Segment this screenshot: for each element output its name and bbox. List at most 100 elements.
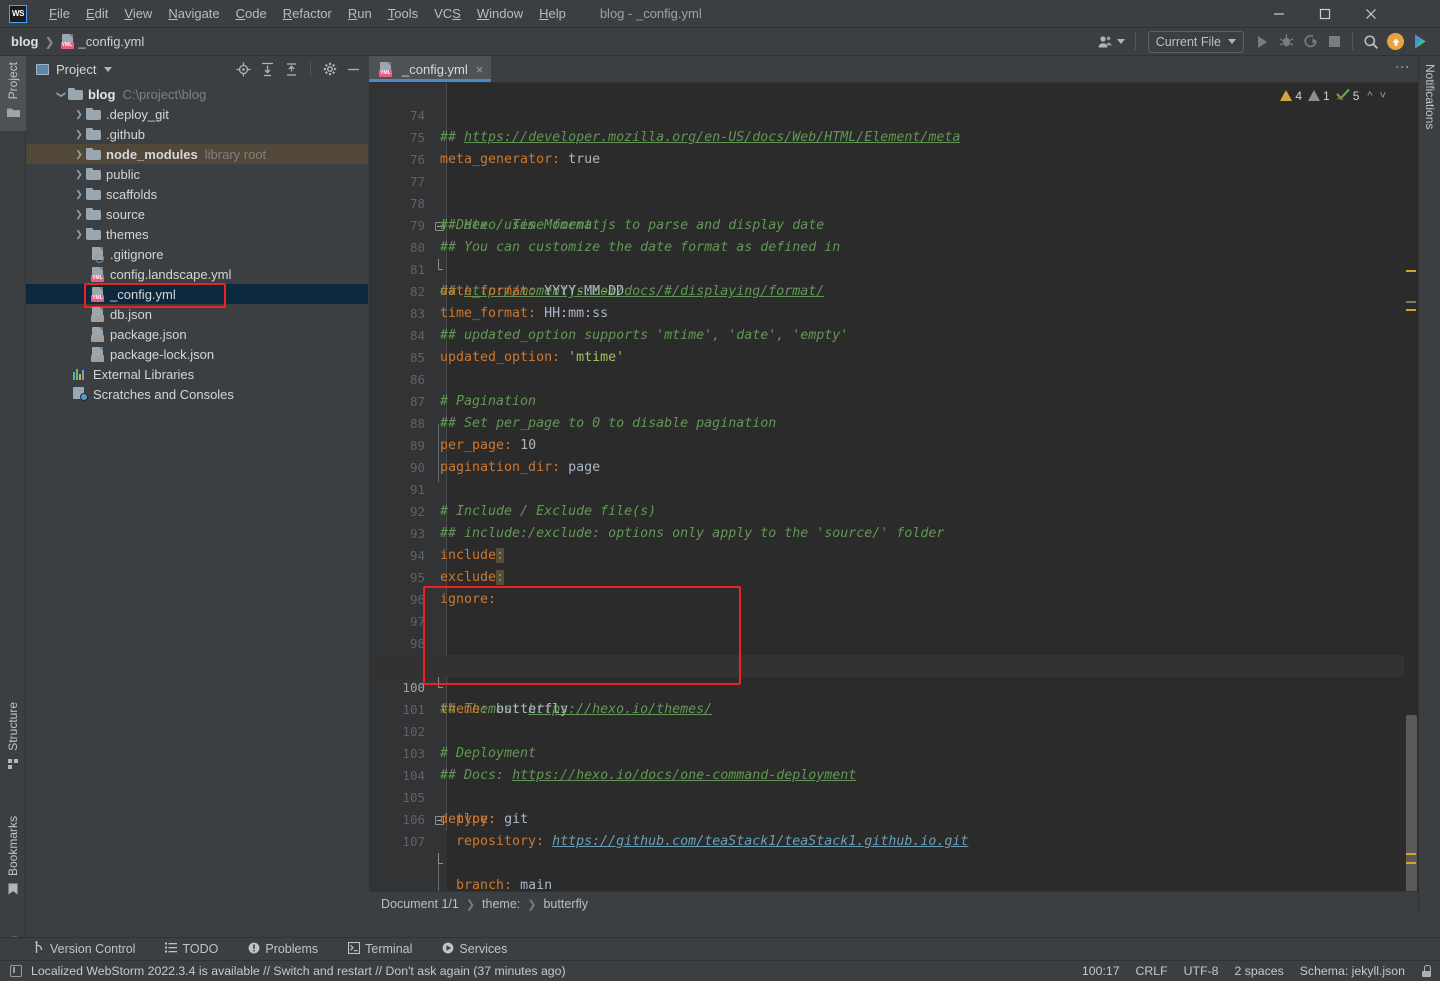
breadcrumb-file[interactable]: _config.yml [79,34,145,49]
tool-button-project[interactable]: Project [0,62,26,123]
tree-node-scaffolds[interactable]: scaffolds [26,184,368,204]
tree-node-public[interactable]: public [26,164,368,184]
code-line[interactable]: 92 ## include:/exclude: options only app… [369,479,1418,541]
tool-button-bookmarks[interactable]: Bookmarks [0,816,26,900]
code-line[interactable]: 86 # Pagination [369,347,1418,409]
tree-node-themes[interactable]: themes [26,224,368,244]
run-configuration-selector[interactable]: Current File [1147,30,1244,53]
hide-panel-icon[interactable] [343,59,364,80]
menu-run[interactable]: Run [340,3,380,24]
code-line[interactable]: 98 ## Plugins: https://hexo.io/plugins/ [369,611,1418,673]
code-line[interactable]: 81 date_format: YYYY-MM-DD [369,237,1418,299]
tree-node-node-modules[interactable]: node_modules library root [26,144,368,164]
code-line[interactable]: 77 # Date / Time format [369,149,1418,233]
inspection-widget[interactable]: 4 1 5 ^ ˅ [1280,88,1388,103]
menu-edit[interactable]: Edit [78,3,116,24]
tree-node-package-lock-json[interactable]: package-lock.json [26,344,368,364]
tree-node-deploy-git[interactable]: .deploy_git [26,104,368,124]
ide-feature-icon[interactable] [1409,31,1432,53]
tree-node-package-json[interactable]: package.json [26,324,368,344]
code-line[interactable]: 80 ## http://momentjs.com/docs/#/display… [369,215,1418,299]
collapse-all-icon[interactable] [281,59,302,80]
close-icon[interactable]: × [476,62,484,77]
code-line[interactable]: 84 updated_option: 'mtime' [369,303,1418,365]
notification-message-icon[interactable] [10,965,22,977]
chevron-right-icon[interactable] [72,209,86,220]
project-tree[interactable]: blog C:\project\blog .deploy_git .github… [26,82,368,916]
chevron-right-icon[interactable] [72,189,86,200]
weak-warning-count-group[interactable]: 1 [1308,89,1330,103]
breadcrumb-project[interactable]: blog [11,34,38,49]
code-line[interactable]: 78 ## Hexo uses Moment.js to parse and d… [369,171,1418,233]
editor-marker-scrollbar[interactable] [1404,110,1418,891]
code-line[interactable]: 75 meta_generator: true [369,105,1418,167]
breadcrumb-key[interactable]: theme: [482,897,520,911]
tree-node-blog[interactable]: blog C:\project\blog [26,84,368,104]
code-viewport[interactable]: 74 ## https://developer.mozilla.org/en-U… [369,83,1418,891]
chevron-right-icon[interactable] [72,169,86,180]
update-available-icon[interactable] [1384,31,1407,53]
code-line[interactable]: 106 repository: https://github.com/teaSt… [369,787,1418,849]
code-line[interactable]: 104 deploy: [369,743,1418,827]
tool-button-structure[interactable]: Structure [0,702,26,775]
code-line-current[interactable]: 100 theme: butterfly [369,655,1418,717]
code-line[interactable]: 90 [369,435,1418,475]
code-line[interactable]: 74 ## https://developer.mozilla.org/en-U… [369,83,1418,145]
user-icon[interactable] [1095,31,1128,53]
code-line[interactable]: 88 per_page: 10 [369,391,1418,453]
tool-window-version-control[interactable]: Version Control [30,939,139,959]
coverage-icon[interactable] [1299,31,1321,53]
run-icon[interactable] [1251,31,1273,53]
menu-view[interactable]: View [116,3,160,24]
code-line[interactable]: 94 exclude: [369,523,1418,585]
scrollbar-thumb[interactable] [1406,715,1417,891]
expand-all-icon[interactable] [257,59,278,80]
tool-button-notifications[interactable]: Notifications [1419,64,1440,129]
caret-position[interactable]: 100:17 [1082,964,1120,978]
tool-window-problems[interactable]: Problems [244,940,322,959]
tree-node-github[interactable]: .github [26,124,368,144]
stop-icon[interactable] [1323,31,1345,53]
code-line[interactable]: 105 type: git [369,765,1418,827]
ok-count-group[interactable]: 5 [1335,88,1359,103]
menu-tools[interactable]: Tools [380,3,426,24]
code-line[interactable]: 103 ## Docs: https://hexo.io/docs/one-co… [369,721,1418,783]
editor-options-icon[interactable]: ⋮ [1394,60,1412,74]
chevron-right-icon[interactable] [72,149,86,160]
menu-navigate[interactable]: Navigate [160,3,227,24]
fold-end-marker[interactable] [433,853,446,875]
code-line[interactable]: 89 pagination_dir: page [369,413,1418,475]
search-icon[interactable] [1360,31,1382,53]
code-line[interactable]: 85 [369,325,1418,365]
maximize-icon[interactable] [1302,0,1348,28]
code-line[interactable]: 76 [369,127,1418,167]
settings-gear-icon[interactable] [319,59,340,80]
code-line[interactable]: 95 ignore: [369,545,1418,607]
code-line[interactable]: 91 # Include / Exclude file(s) [369,457,1418,519]
tree-node-config-yml[interactable]: YML _config.yml [26,283,368,308]
menu-vcs[interactable]: VCS [426,3,469,24]
warning-count-group[interactable]: 4 [1280,89,1302,103]
menu-help[interactable]: Help [531,3,574,24]
previous-problem-icon[interactable]: ^ [1365,90,1374,102]
code-line[interactable]: 107 branch: main [369,809,1418,891]
menu-code[interactable]: Code [228,3,275,24]
editor-tab-config-yml[interactable]: YML _config.yml × [369,56,492,82]
tool-window-terminal[interactable]: Terminal [344,940,416,959]
lock-icon[interactable] [1421,965,1432,977]
tool-window-services[interactable]: Services [438,940,511,959]
tree-node-source[interactable]: source [26,204,368,224]
schema-selector[interactable]: Schema: jekyll.json [1300,964,1405,978]
code-line[interactable]: 79 ## You can customize the date format … [369,193,1418,255]
breadcrumb-document[interactable]: Document 1/1 [381,897,459,911]
code-line[interactable]: 97 # Extensions [369,589,1418,673]
chevron-down-icon[interactable] [104,66,113,72]
breadcrumb-value[interactable]: butterfly [543,897,587,911]
debug-icon[interactable] [1275,31,1297,53]
menu-refactor[interactable]: Refactor [275,3,340,24]
menu-file[interactable]: File [41,3,78,24]
code-line[interactable]: 99 ## Themes: https://hexo.io/themes/ [369,633,1418,717]
chevron-right-icon[interactable] [72,109,86,120]
code-line[interactable]: 82 time_format: HH:mm:ss [369,259,1418,321]
next-problem-icon[interactable]: ˅ [1378,90,1388,102]
